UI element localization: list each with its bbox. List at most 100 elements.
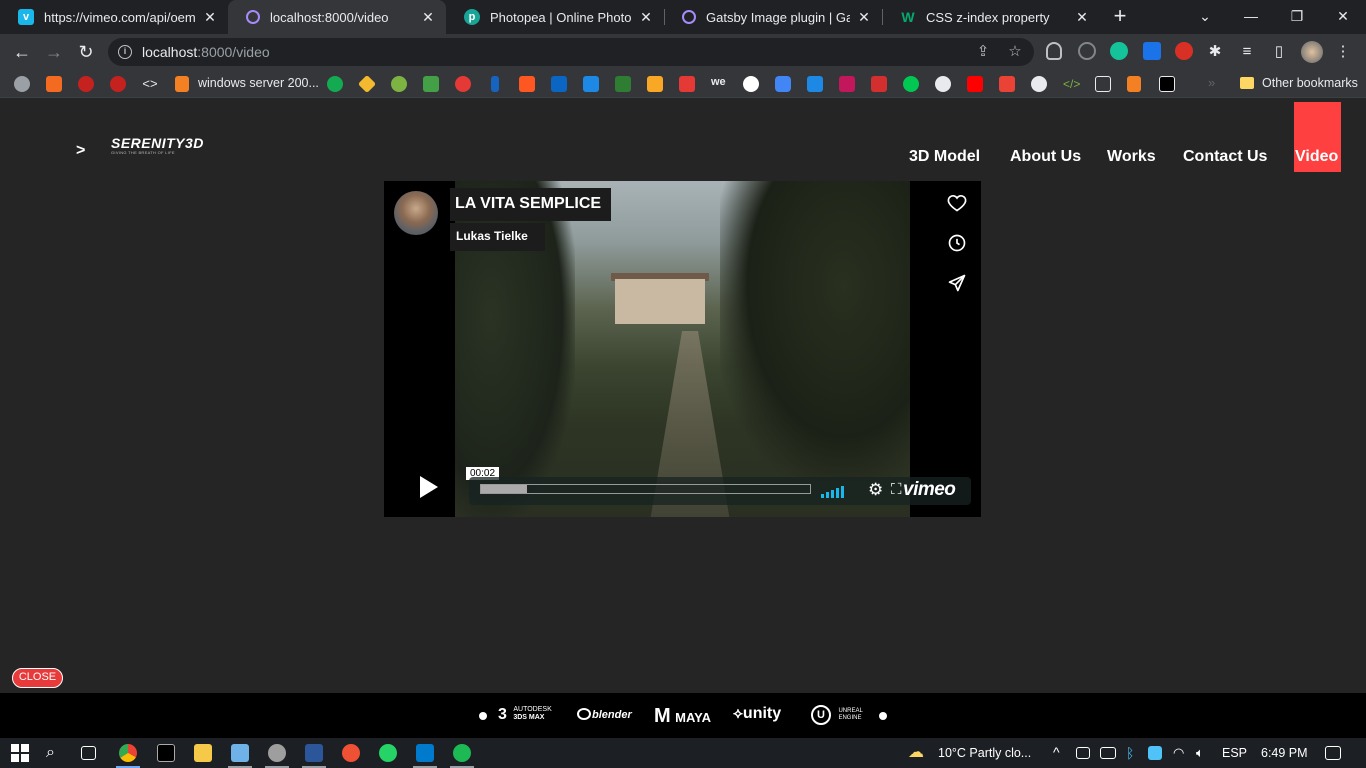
tab-search-icon[interactable]: ⌄: [1182, 0, 1228, 34]
nav-video[interactable]: Video: [1295, 148, 1338, 166]
notepad-icon[interactable]: [231, 744, 249, 762]
heart-icon[interactable]: [946, 193, 968, 215]
share-icon[interactable]: ⇪: [974, 43, 992, 61]
site-info-icon[interactable]: i: [118, 45, 132, 59]
lightbulb-extension-icon[interactable]: [1046, 42, 1062, 60]
language-indicator[interactable]: ESP: [1222, 746, 1247, 760]
play-button[interactable]: [403, 471, 455, 503]
globe-icon[interactable]: [1031, 76, 1047, 92]
reload-button[interactable]: ↻: [73, 39, 99, 65]
notifications-icon[interactable]: [1325, 746, 1341, 760]
bluetooth-icon[interactable]: ᛒ: [1126, 744, 1144, 762]
bookmark-star-icon[interactable]: ☆: [1006, 43, 1024, 61]
gmail-icon[interactable]: [999, 76, 1015, 92]
alarm-extension-icon[interactable]: [1078, 42, 1096, 60]
stackoverflow-icon[interactable]: [1127, 76, 1141, 92]
settings-gear-icon[interactable]: ⚙: [868, 480, 883, 500]
cpanel-icon[interactable]: [46, 76, 62, 92]
vscode-icon[interactable]: [416, 744, 434, 762]
tab-gatsby-image[interactable]: Gatsby Image plugin | Gatsby ✕: [664, 0, 882, 34]
site-logo[interactable]: SERENITY3D GIVING THE BREATH OF LIFE: [111, 136, 226, 158]
bookmark-dt-icon[interactable]: [455, 76, 471, 92]
forward-button[interactable]: →: [41, 39, 67, 65]
clock[interactable]: 6:49 PM: [1261, 746, 1308, 760]
tab-css-zindex[interactable]: W CSS z-index property ✕: [882, 0, 1100, 34]
clock-icon[interactable]: [946, 233, 968, 255]
bookmark-red-icon[interactable]: [78, 76, 94, 92]
fullscreen-icon[interactable]: ⛶: [891, 481, 902, 498]
profile-avatar[interactable]: [1301, 41, 1323, 63]
bookmark-blue-icon[interactable]: [583, 76, 599, 92]
weather-text[interactable]: 10°C Partly clo...: [938, 746, 1031, 760]
globe-icon[interactable]: [935, 76, 951, 92]
show-hidden-icons[interactable]: ^: [1053, 744, 1060, 760]
volume-speaker-icon[interactable]: 🔈︎: [1196, 744, 1214, 762]
youtube-icon[interactable]: [967, 76, 983, 92]
meet-now-icon[interactable]: [1076, 747, 1090, 759]
paint-icon[interactable]: [268, 744, 286, 762]
bookmark-heart-icon[interactable]: [679, 76, 695, 92]
wifi-icon[interactable]: ◠: [1173, 744, 1191, 762]
bookmark-ef-icon[interactable]: [807, 76, 823, 92]
tab-vimeo-api[interactable]: v https://vimeo.com/api/oemb ✕: [0, 0, 228, 34]
reading-list-icon[interactable]: ≡: [1238, 43, 1256, 61]
code-green-icon[interactable]: </>: [1063, 76, 1080, 92]
carousel-dot[interactable]: [479, 712, 487, 720]
bookmark-orange-icon[interactable]: [519, 76, 535, 92]
bookmark-play-icon[interactable]: [615, 76, 631, 92]
carousel-dot[interactable]: [879, 712, 887, 720]
send-icon[interactable]: [946, 273, 968, 295]
bookmark-yellow-icon[interactable]: [647, 76, 663, 92]
google-icon[interactable]: [743, 76, 759, 92]
progress-bar[interactable]: [480, 484, 811, 494]
terminal-icon[interactable]: [157, 744, 175, 762]
close-tab-icon[interactable]: ✕: [202, 9, 218, 25]
video-title[interactable]: LA VITA SEMPLICE: [450, 188, 612, 221]
bookmark-green-circle-icon[interactable]: [903, 76, 919, 92]
bookmark-flag-icon[interactable]: [871, 76, 887, 92]
close-window-button[interactable]: ✕: [1320, 0, 1366, 34]
spotify-icon[interactable]: [453, 744, 471, 762]
vimeo-player[interactable]: LA VITA SEMPLICE Lukas Tielke 00:02 ⚙ ⛶ …: [384, 181, 981, 517]
bookmark-we-icon[interactable]: we: [711, 76, 727, 92]
file-explorer-icon[interactable]: [194, 744, 212, 762]
extension-red-icon[interactable]: [1175, 42, 1193, 60]
menu-arrow-icon[interactable]: >: [76, 142, 85, 160]
linkedin-icon[interactable]: [551, 76, 567, 92]
facebook-icon[interactable]: [491, 76, 499, 92]
google-drive-icon[interactable]: [775, 76, 791, 92]
restore-button[interactable]: ❐: [1274, 0, 1320, 34]
tab-localhost-video[interactable]: localhost:8000/video ✕: [228, 0, 446, 34]
extension-blue-icon[interactable]: [1143, 42, 1161, 60]
windows-start-icon[interactable]: [11, 744, 29, 762]
vimeo-logo[interactable]: vimeo: [903, 479, 956, 501]
close-tab-icon[interactable]: ✕: [420, 9, 436, 25]
video-author[interactable]: Lukas Tielke: [450, 223, 545, 251]
keyboard-icon[interactable]: [1100, 747, 1116, 759]
tray-app-icon[interactable]: [1148, 746, 1162, 760]
new-tab-button[interactable]: +: [1108, 5, 1132, 29]
nav-contact-us[interactable]: Contact Us: [1183, 148, 1267, 166]
tab-photopea[interactable]: p Photopea | Online Photo Edit ✕: [446, 0, 664, 34]
bookmark-green-icon[interactable]: [391, 76, 407, 92]
nav-about-us[interactable]: About Us: [1010, 148, 1081, 166]
chrome-icon[interactable]: [119, 744, 137, 762]
code-icon[interactable]: <>: [142, 76, 158, 92]
other-bookmarks[interactable]: Other bookmarks: [1262, 76, 1358, 90]
stackoverflow-icon[interactable]: [175, 76, 189, 92]
binance-icon[interactable]: [357, 74, 377, 94]
bookmark-windows-server[interactable]: windows server 200...: [198, 76, 319, 90]
word-icon[interactable]: [305, 744, 323, 762]
address-bar[interactable]: i localhost:8000/video ⇪ ☆: [108, 38, 1034, 66]
bookmark-leaf-icon[interactable]: [423, 76, 439, 92]
close-button[interactable]: CLOSE: [12, 668, 63, 688]
task-view-icon[interactable]: [81, 746, 96, 760]
nav-works[interactable]: Works: [1107, 148, 1156, 166]
minimize-button[interactable]: —: [1228, 0, 1274, 34]
side-panel-icon[interactable]: ▯: [1270, 43, 1288, 61]
search-icon[interactable]: ⌕: [46, 744, 64, 762]
weather-icon[interactable]: ☁: [908, 744, 926, 762]
grammarly-icon[interactable]: [1110, 42, 1128, 60]
menu-kebab-icon[interactable]: ⋮: [1334, 43, 1352, 61]
postman-icon[interactable]: [342, 744, 360, 762]
